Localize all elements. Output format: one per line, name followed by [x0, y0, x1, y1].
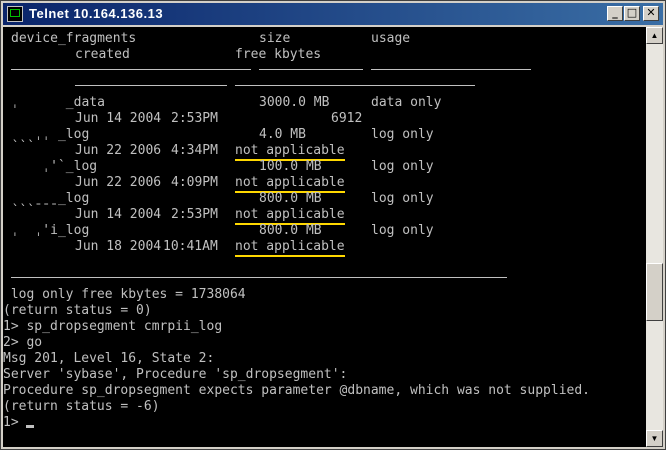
scroll-down-button[interactable]: ▼ — [646, 430, 663, 447]
column-subheader-row: created free kbytes — [3, 47, 643, 63]
table-row-detail: Jun 14 2004 2:53PM not applicable — [3, 207, 643, 225]
fragment-free-kbytes: 6912 — [331, 111, 363, 126]
fragment-created-time: 2:53PM — [171, 207, 218, 222]
fragment-usage: log only — [371, 159, 434, 174]
output-line: Msg 201, Level 16, State 2: — [3, 351, 215, 366]
header-free-kbytes: free kbytes — [235, 47, 322, 62]
maximize-icon: □ — [626, 6, 638, 19]
vertical-scrollbar[interactable]: ▲ ▼ — [646, 27, 663, 447]
table-row-detail: Jun 18 2004 10:41AM not applicable — [3, 239, 643, 257]
table-row: ˌ _data 3000.0 MB data only — [3, 95, 643, 111]
fragment-size: 4.0 MB — [259, 127, 306, 142]
fragment-name: ˎˎˎˌˌ _log — [11, 127, 90, 142]
fragment-created-date: Jun 18 2004 — [75, 239, 162, 254]
table-row: ˎˎˎˍˍˍ_log 800.0 MB log only — [3, 191, 643, 207]
output-line: (return status = -6) — [3, 399, 160, 414]
table-footer-divider — [11, 277, 507, 278]
fragment-created-time: 4:34PM — [171, 143, 218, 158]
fragment-created-date: Jun 14 2004 — [75, 111, 162, 126]
window-title: Telnet 10.164.136.13 — [29, 6, 164, 21]
scroll-up-arrow-icon: ▲ — [650, 31, 659, 40]
table-row: ˌ'`_log 100.0 MB log only — [3, 159, 643, 175]
fragment-size: 800.0 MB — [259, 191, 322, 206]
minimize-icon: _ — [612, 6, 618, 19]
header-created: created — [75, 47, 130, 62]
minimize-button[interactable]: _ — [607, 6, 623, 21]
fragment-usage: log only — [371, 127, 434, 142]
fragment-created-date: Jun 14 2004 — [75, 207, 162, 222]
fragment-size: 800.0 MB — [259, 223, 322, 238]
fragment-created-time: 4:09PM — [171, 175, 218, 190]
fragment-created-date: Jun 22 2006 — [75, 143, 162, 158]
header-divider — [371, 69, 531, 70]
header-size: size — [259, 31, 291, 46]
header-divider — [75, 85, 227, 86]
command-prompt-line[interactable]: 1> — [3, 415, 35, 431]
fragment-free-kbytes: not applicable — [235, 239, 345, 257]
fragment-name: ˌ'`_log — [11, 159, 98, 174]
maximize-button[interactable]: □ — [624, 6, 640, 21]
column-header-row: device_fragments size usage — [3, 31, 643, 47]
output-line: 2> go — [3, 335, 43, 350]
table-row: ˎˎˎˌˌ _log 4.0 MB log only — [3, 127, 643, 143]
scrollbar-thumb[interactable] — [646, 263, 663, 321]
header-usage: usage — [371, 31, 411, 46]
fragment-size: 3000.0 MB — [259, 95, 330, 110]
text-cursor — [26, 425, 35, 428]
fragment-created-time: 10:41AM — [163, 239, 218, 254]
scroll-down-arrow-icon: ▼ — [650, 434, 659, 443]
table-row-detail: Jun 22 2006 4:09PM not applicable — [3, 175, 643, 193]
scroll-up-button[interactable]: ▲ — [646, 27, 663, 44]
header-divider — [259, 69, 363, 70]
terminal-output[interactable]: device_fragments size usage created free… — [3, 27, 646, 447]
header-device-fragments: device_fragments — [11, 31, 137, 46]
header-divider — [235, 85, 475, 86]
output-line: Server 'sybase', Procedure 'sp_dropsegme… — [3, 367, 348, 382]
telnet-window: Telnet 10.164.136.13 _ □ ✕ device_fragme… — [0, 0, 666, 450]
close-button[interactable]: ✕ — [643, 6, 659, 21]
output-line: log only free kbytes = 1738064 — [3, 287, 246, 302]
header-divider — [11, 69, 251, 70]
close-icon: ✕ — [646, 6, 656, 19]
table-row-detail: Jun 22 2006 4:34PM not applicable — [3, 143, 643, 161]
terminal-app-icon — [7, 6, 23, 22]
output-line: (return status = 0) — [3, 303, 152, 318]
output-line: 1> sp_dropsegment cmrpii_log — [3, 319, 223, 334]
command-prompt: 1> — [3, 415, 27, 430]
fragment-size: 100.0 MB — [259, 159, 322, 174]
fragment-name: ˌ _data — [11, 95, 105, 110]
fragment-usage: data only — [371, 95, 442, 110]
fragment-name: ˎˎˎˍˍˍ_log — [11, 191, 90, 206]
fragment-name: ˌ ˌ'i_log — [11, 223, 90, 238]
fragment-created-date: Jun 22 2006 — [75, 175, 162, 190]
output-line: Procedure sp_dropsegment expects paramet… — [3, 383, 590, 398]
table-row: ˌ ˌ'i_log 800.0 MB log only — [3, 223, 643, 239]
title-bar[interactable]: Telnet 10.164.136.13 _ □ ✕ — [3, 3, 663, 25]
fragment-usage: log only — [371, 191, 434, 206]
fragment-created-time: 2:53PM — [171, 111, 218, 126]
table-row-detail: Jun 14 2004 2:53PM 6912 — [3, 111, 643, 127]
fragment-usage: log only — [371, 223, 434, 238]
